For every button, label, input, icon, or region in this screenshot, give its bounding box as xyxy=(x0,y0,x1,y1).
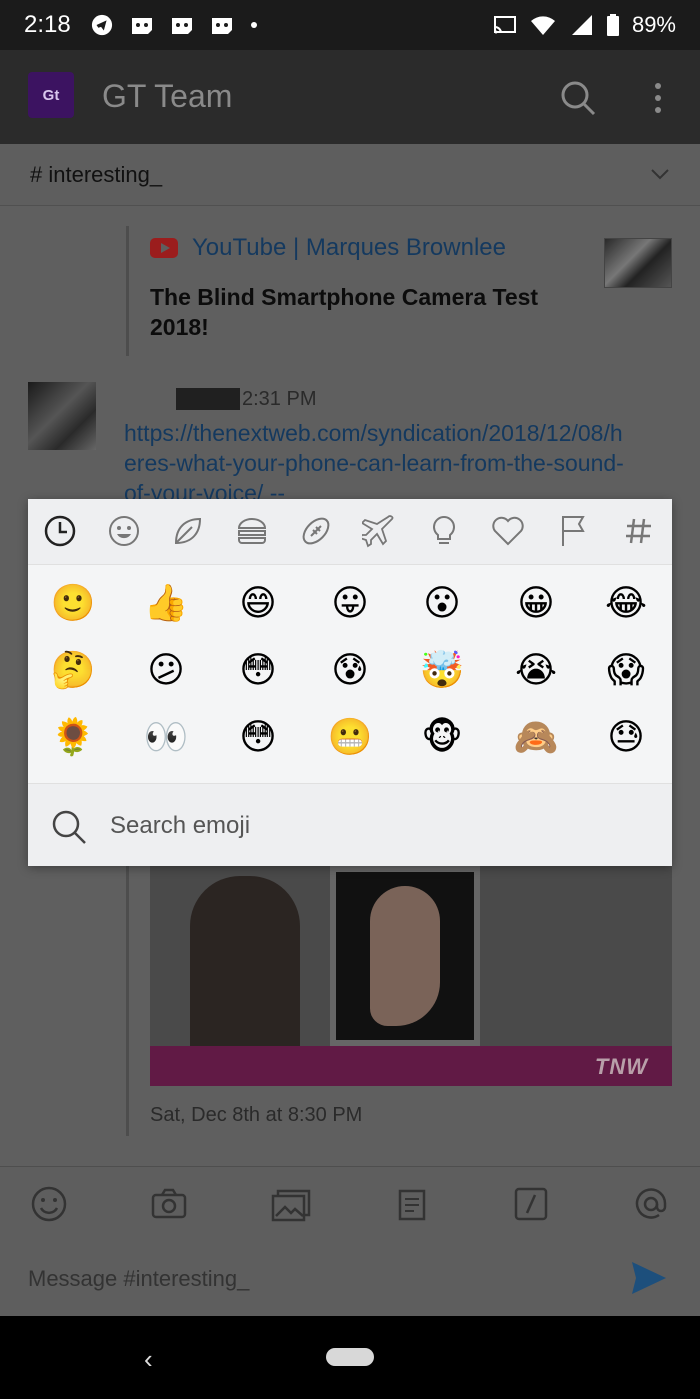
team-logo[interactable]: Gt xyxy=(28,72,74,118)
camera-icon[interactable] xyxy=(150,1185,188,1223)
emoji-cell[interactable]: 🌻 xyxy=(45,709,101,765)
home-pill[interactable] xyxy=(326,1348,374,1366)
search-icon xyxy=(52,810,86,844)
youtube-icon xyxy=(150,238,178,258)
heart-icon[interactable] xyxy=(490,513,526,549)
signal-icon xyxy=(571,15,592,35)
emoji-cell[interactable]: 😬 xyxy=(322,709,378,765)
article-image[interactable]: TNW xyxy=(150,866,672,1086)
emoji-cell[interactable]: 😄 xyxy=(230,575,286,631)
emoji-cell[interactable]: 😓 xyxy=(598,709,654,765)
message-link[interactable]: https://thenextweb.com/syndication/2018/… xyxy=(124,418,624,508)
app-header: Gt GT Team xyxy=(0,50,700,144)
youtube-source-text[interactable]: YouTube | Marques Brownlee xyxy=(192,234,506,262)
status-bar: 2:18 89% xyxy=(0,0,700,50)
system-status: 89% xyxy=(492,12,676,38)
emoji-cell[interactable]: 😳 xyxy=(230,709,286,765)
emoji-cell[interactable]: 😰 xyxy=(322,642,378,698)
emoji-icon[interactable] xyxy=(30,1185,68,1223)
emoji-cell[interactable]: 👍 xyxy=(138,575,194,631)
emoji-cell[interactable]: 😕 xyxy=(138,642,194,698)
emoji-cell[interactable]: 😭 xyxy=(508,642,564,698)
file-icon[interactable] xyxy=(392,1185,430,1223)
avatar[interactable] xyxy=(28,382,96,450)
team-name[interactable]: GT Team xyxy=(102,78,232,115)
channel-name[interactable]: # interesting_ xyxy=(30,162,162,188)
wifi-icon xyxy=(530,16,555,35)
discord-icon xyxy=(211,18,232,34)
lightbulb-icon[interactable] xyxy=(426,513,462,549)
emoji-cell[interactable]: 😳 xyxy=(230,642,286,698)
flag-icon[interactable] xyxy=(556,513,592,549)
emoji-cell[interactable]: 😂 xyxy=(598,575,654,631)
message-time: 2:31 PM xyxy=(242,388,317,410)
channel-bar[interactable]: # interesting_ xyxy=(0,144,700,206)
more-vertical-icon[interactable] xyxy=(648,80,668,116)
discord-icon xyxy=(171,18,192,34)
video-thumbnail[interactable] xyxy=(604,238,672,288)
emoji-search-bar[interactable] xyxy=(28,783,672,866)
smiley-icon[interactable] xyxy=(106,513,142,549)
cast-icon xyxy=(493,16,516,34)
emoji-cell[interactable]: 😱 xyxy=(598,642,654,698)
emoji-cell[interactable]: 🤔 xyxy=(45,642,101,698)
search-icon[interactable] xyxy=(558,78,598,118)
status-time: 2:18 xyxy=(24,11,71,38)
emoji-cell[interactable]: 😀 xyxy=(508,575,564,631)
burger-icon[interactable] xyxy=(234,513,270,549)
emoji-cell[interactable]: 🤯 xyxy=(414,642,470,698)
tnw-watermark: TNW xyxy=(594,1054,648,1079)
system-nav-bar: ‹ xyxy=(0,1316,700,1399)
notification-icons xyxy=(89,14,259,36)
hashtag-icon[interactable] xyxy=(620,513,656,549)
airplane-icon[interactable] xyxy=(362,513,398,549)
discord-icon xyxy=(131,18,152,34)
chevron-down-icon[interactable] xyxy=(650,166,670,182)
emoji-picker: 🙂 👍 😄 😛 😮 😀 😂 🤔 😕 😳 😰 🤯 😭 😱 🌻 👀 😳 😬 🐵 🙈 😓 xyxy=(28,499,672,866)
emoji-cell[interactable]: 🙈 xyxy=(508,709,564,765)
dot-icon xyxy=(250,22,257,28)
emoji-cell[interactable]: 🙂 xyxy=(45,575,101,631)
football-icon[interactable] xyxy=(298,513,334,549)
emoji-category-tabs xyxy=(28,499,672,565)
article-photo-band xyxy=(150,1046,672,1086)
youtube-title[interactable]: The Blind Smartphone Camera Test 2018! xyxy=(150,282,580,342)
send-icon[interactable] xyxy=(630,1260,668,1296)
attachment-bar xyxy=(126,226,129,356)
slash-command-icon[interactable] xyxy=(512,1185,550,1223)
emoji-cell[interactable]: 😛 xyxy=(322,575,378,631)
article-photo-ear xyxy=(370,886,440,1026)
emoji-cell[interactable]: 🐵 xyxy=(414,709,470,765)
article-date: Sat, Dec 8th at 8:30 PM xyxy=(150,1104,363,1126)
telegram-icon xyxy=(91,14,112,36)
gallery-icon[interactable] xyxy=(270,1185,312,1223)
attachment-bar xyxy=(126,856,129,1136)
article-photo-person xyxy=(190,876,300,1056)
youtube-source[interactable]: YouTube | Marques Brownlee xyxy=(150,234,506,262)
redacted-username xyxy=(176,388,240,410)
message-composer[interactable]: Message #interesting_ xyxy=(0,1240,700,1316)
message-input[interactable]: Message #interesting_ xyxy=(28,1266,249,1292)
mention-icon[interactable] xyxy=(632,1185,670,1223)
composer-toolbar xyxy=(0,1166,700,1240)
emoji-cell[interactable]: 😮 xyxy=(414,575,470,631)
battery-icon xyxy=(606,14,619,36)
back-icon[interactable]: ‹ xyxy=(144,1344,153,1375)
battery-percent: 89% xyxy=(631,12,676,37)
leaf-icon[interactable] xyxy=(170,513,206,549)
emoji-search-input[interactable] xyxy=(110,806,610,846)
emoji-cell[interactable]: 👀 xyxy=(138,709,194,765)
clock-icon[interactable] xyxy=(42,513,78,549)
